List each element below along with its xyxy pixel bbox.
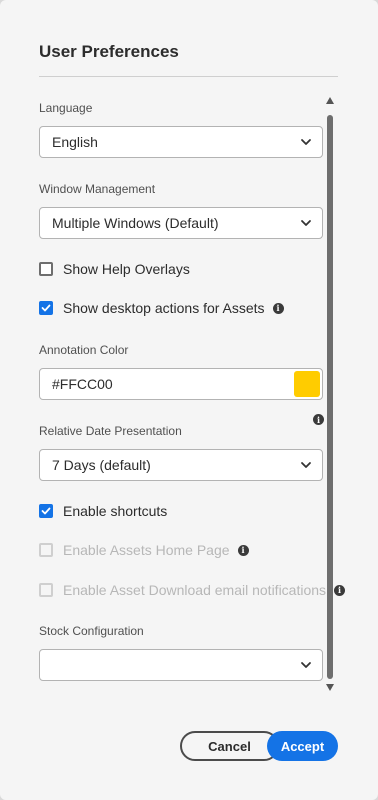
user-preferences-dialog: User Preferences Language English Window…	[0, 0, 378, 800]
info-icon[interactable]: i	[313, 414, 324, 425]
enable-download-email-checkbox[interactable]: Enable Asset Download email notification…	[39, 581, 346, 599]
language-select[interactable]: English	[39, 126, 323, 158]
stock-configuration-label: Stock Configuration	[39, 624, 144, 638]
enable-download-email-label: Enable Asset Download email notification…	[63, 582, 327, 598]
chevron-down-icon	[301, 462, 311, 468]
annotation-color-input[interactable]: #FFCC00	[39, 368, 323, 400]
info-icon[interactable]: i	[334, 584, 346, 596]
accept-button[interactable]: Accept	[267, 731, 338, 761]
checkmark-icon	[41, 507, 51, 515]
cancel-button[interactable]: Cancel	[180, 731, 279, 761]
relative-date-label: Relative Date Presentation	[39, 424, 182, 438]
title-divider	[39, 76, 338, 77]
info-icon[interactable]: i	[237, 544, 249, 556]
scroll-down-arrow-icon[interactable]	[326, 684, 334, 691]
chevron-down-icon	[301, 139, 311, 145]
dialog-title: User Preferences	[39, 42, 179, 61]
enable-assets-home-label: Enable Assets Home Page	[63, 542, 230, 558]
enable-shortcuts-checkbox[interactable]: Enable shortcuts	[39, 502, 167, 520]
checkbox-unchecked[interactable]	[39, 262, 53, 276]
window-management-label: Window Management	[39, 182, 156, 196]
annotation-color-value: #FFCC00	[52, 376, 113, 392]
enable-shortcuts-label: Enable shortcuts	[63, 503, 168, 519]
scroll-up-arrow-icon[interactable]	[326, 97, 334, 104]
language-label: Language	[39, 101, 93, 115]
window-management-select[interactable]: Multiple Windows (Default)	[39, 207, 323, 239]
relative-date-value: 7 Days (default)	[52, 457, 151, 473]
show-help-overlays-checkbox[interactable]: Show Help Overlays	[39, 260, 190, 278]
checkbox-checked[interactable]	[39, 301, 53, 315]
checkbox-disabled[interactable]	[39, 583, 53, 597]
checkbox-checked[interactable]	[39, 504, 53, 518]
enable-assets-home-checkbox[interactable]: Enable Assets Home Page i	[39, 541, 249, 559]
window-management-value: Multiple Windows (Default)	[52, 215, 219, 231]
annotation-color-label: Annotation Color	[39, 343, 129, 357]
show-help-overlays-label: Show Help Overlays	[63, 261, 190, 277]
show-desktop-actions-label: Show desktop actions for Assets	[63, 300, 265, 316]
chevron-down-icon	[301, 220, 311, 226]
chevron-down-icon	[301, 662, 311, 668]
vertical-scrollbar[interactable]	[325, 95, 335, 693]
stock-configuration-select[interactable]	[39, 649, 323, 681]
show-desktop-actions-checkbox[interactable]: Show desktop actions for Assets i	[39, 299, 284, 317]
language-value: English	[52, 134, 98, 150]
relative-date-select[interactable]: 7 Days (default)	[39, 449, 323, 481]
info-icon[interactable]: i	[272, 302, 284, 314]
scrollbar-thumb[interactable]	[327, 115, 333, 679]
checkbox-disabled[interactable]	[39, 543, 53, 557]
checkmark-icon	[41, 304, 51, 312]
color-swatch[interactable]	[294, 371, 320, 397]
